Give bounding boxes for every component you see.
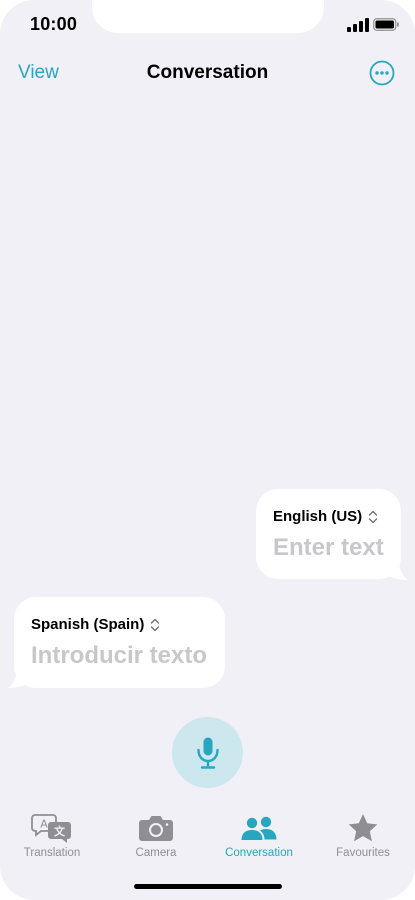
page-title: Conversation [146,62,269,83]
tab-label: Favourites [336,847,390,859]
phone-screen: 10:00 View Conversation English (US) Ent… [0,0,415,900]
translation-icon: A 文 [31,814,71,843]
spanish-language-selector[interactable]: Spanish (Spain) [31,616,160,633]
english-text-input[interactable]: Enter text [273,534,384,562]
home-indicator[interactable] [134,884,282,889]
chevron-up-down-icon [151,618,160,631]
cellular-signal-icon [347,18,369,32]
tab-label: Conversation [225,847,293,859]
microphone-button[interactable] [172,717,243,788]
english-input-bubble[interactable]: English (US) Enter text [256,489,401,579]
spanish-input-bubble[interactable]: Spanish (Spain) Introducir texto [14,597,225,688]
tab-camera[interactable]: Camera [104,812,208,859]
chevron-up-down-icon [369,510,378,523]
tab-translation[interactable]: A 文 Translation [0,812,104,859]
tab-label: Translation [23,847,81,859]
tab-favourites[interactable]: Favourites [311,812,415,859]
svg-text:A: A [40,818,48,831]
microphone-icon [196,737,219,769]
ellipsis-circle-icon[interactable] [369,60,395,86]
english-language-selector[interactable]: English (US) [273,508,378,525]
tab-conversation[interactable]: Conversation [207,812,311,859]
battery-icon [373,18,399,31]
spanish-text-input[interactable]: Introducir texto [31,642,207,670]
notch [92,0,324,33]
star-icon [348,814,378,842]
people-icon [241,816,277,840]
tab-label: Camera [135,847,177,859]
language-label: English (US) [273,508,363,525]
svg-text:文: 文 [54,824,66,838]
camera-icon [139,816,173,841]
status-time: 10:00 [30,14,78,34]
language-label: Spanish (Spain) [31,616,145,633]
